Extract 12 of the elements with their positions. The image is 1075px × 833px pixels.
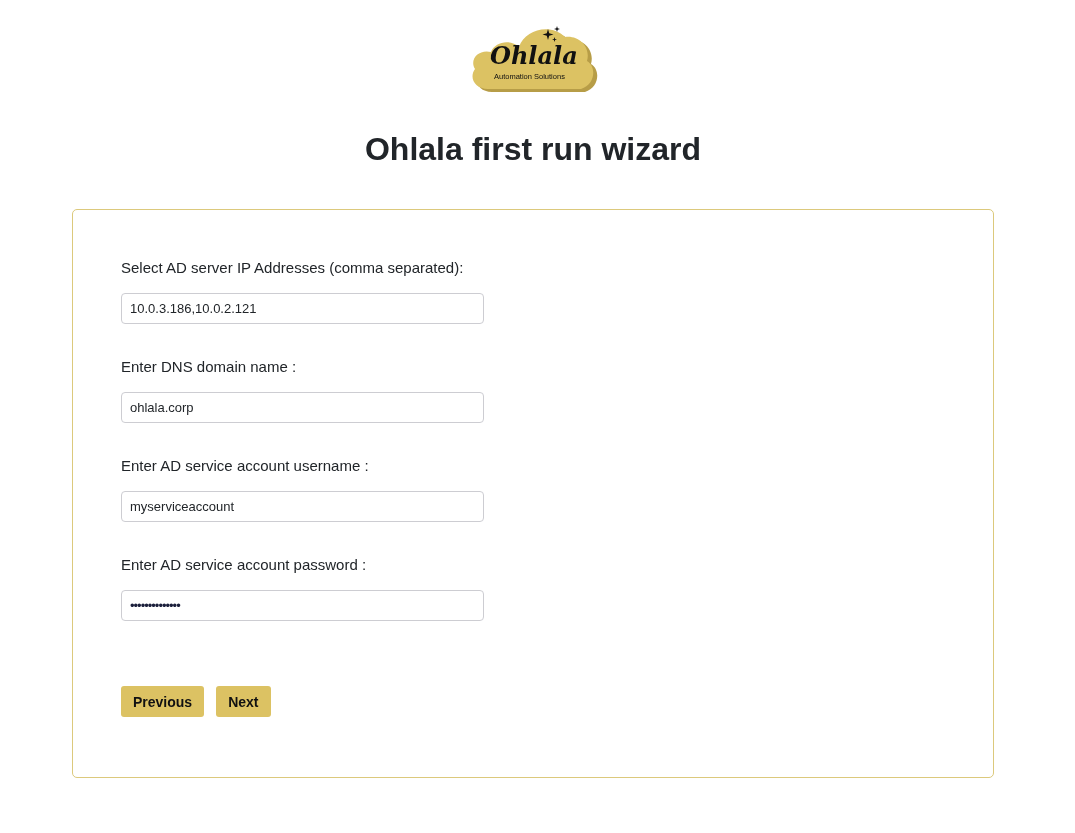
text-field[interactable]: ohlala.corp <box>121 392 484 423</box>
next-button[interactable]: Next <box>216 686 271 717</box>
text-field[interactable]: 10.0.3.186,10.0.2.121 <box>121 293 484 324</box>
previous-button[interactable]: Previous <box>121 686 205 717</box>
page-title: Ohlala first run wizard <box>363 130 703 169</box>
password-field[interactable]: •••••••••••••• <box>121 590 484 621</box>
logo-name: Ohlala <box>490 42 578 70</box>
text-field[interactable]: myserviceaccount <box>121 491 484 522</box>
field-label: Select AD server IP Addresses (comma separated): <box>121 258 464 278</box>
field-label: Enter AD service account password : <box>121 555 367 575</box>
field-label: Enter DNS domain name : <box>121 357 297 377</box>
field-label: Enter AD service account username : <box>121 456 369 476</box>
